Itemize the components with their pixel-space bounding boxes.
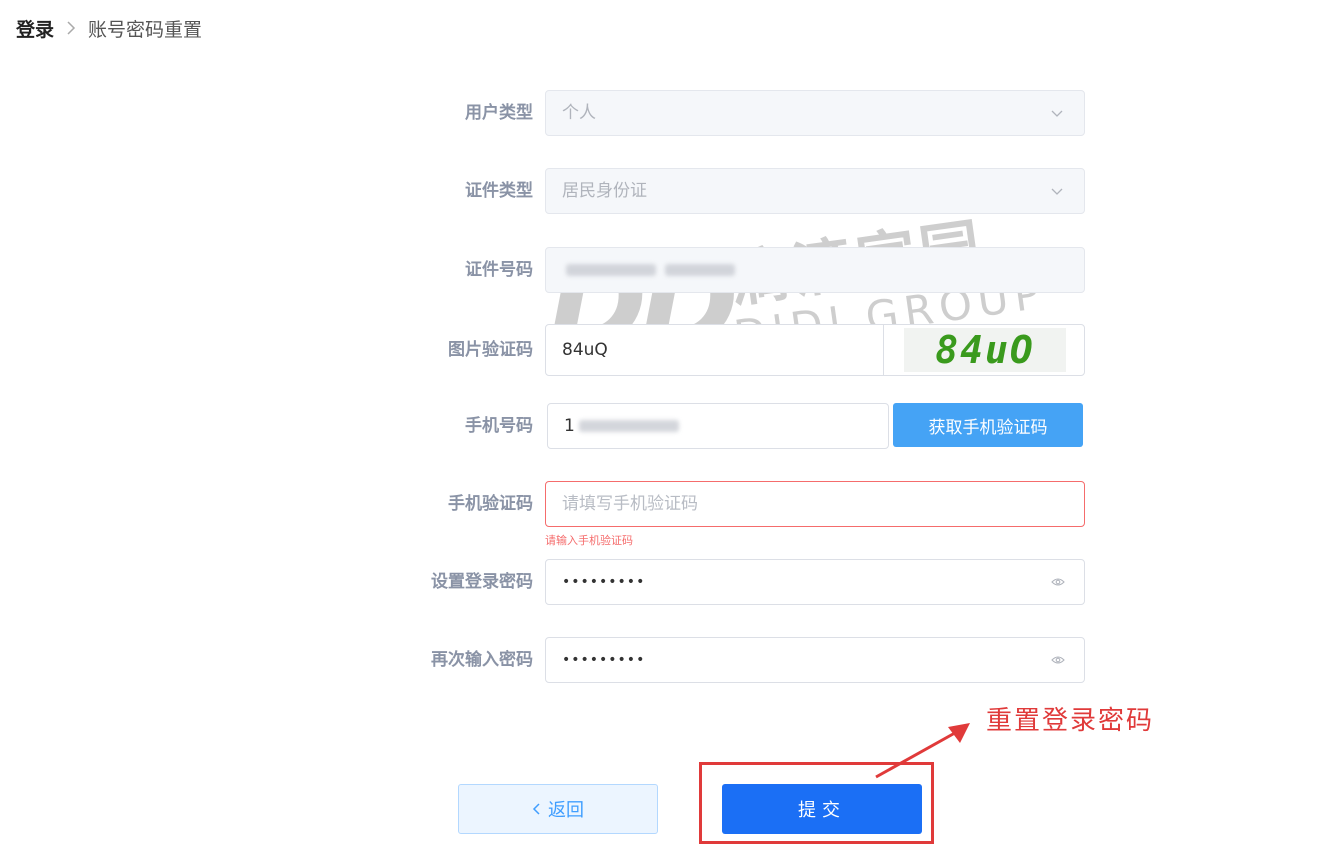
sms-code-label: 手机验证码 xyxy=(448,494,533,514)
get-sms-code-button[interactable]: 获取手机验证码 xyxy=(893,403,1083,447)
password-input[interactable]: ••••••••• xyxy=(545,559,1085,605)
chevron-left-icon xyxy=(532,799,540,820)
breadcrumb: 登录 账号密码重置 xyxy=(16,14,202,42)
user-type-label: 用户类型 xyxy=(465,103,533,123)
captcha-image-text: 84uO xyxy=(935,328,1035,372)
back-button[interactable]: 返回 xyxy=(458,784,658,834)
sms-code-placeholder: 请填写手机验证码 xyxy=(562,494,698,514)
confirm-password-input[interactable]: ••••••••• xyxy=(545,637,1085,683)
sms-code-error: 请输入手机验证码 xyxy=(545,534,633,547)
captcha-image[interactable]: 84uO xyxy=(904,328,1066,372)
captcha-divider xyxy=(883,325,884,375)
redacted-block xyxy=(578,420,679,432)
id-number-label: 证件号码 xyxy=(465,260,533,280)
submit-button[interactable]: 提交 xyxy=(722,784,922,834)
breadcrumb-home-link[interactable]: 登录 xyxy=(16,15,54,42)
confirm-password-masked: ••••••••• xyxy=(562,652,646,668)
user-type-value: 个人 xyxy=(562,103,596,123)
eye-icon[interactable] xyxy=(1050,574,1066,590)
phone-prefix: 1 xyxy=(564,416,575,436)
form-row-sms-code: 手机验证码 请填写手机验证码 xyxy=(0,481,1343,527)
chevron-down-icon xyxy=(1050,107,1064,121)
form-row-id-type: 证件类型 居民身份证 xyxy=(0,168,1343,214)
id-number-field[interactable] xyxy=(545,247,1085,293)
id-number-redacted xyxy=(562,248,736,292)
id-type-label: 证件类型 xyxy=(465,181,533,201)
annotation-label: 重置登录密码 xyxy=(986,706,1155,736)
form-row-phone: 手机号码 1 获取手机验证码 xyxy=(0,403,1343,449)
id-type-select[interactable]: 居民身份证 xyxy=(545,168,1085,214)
phone-input[interactable]: 1 xyxy=(547,403,889,449)
captcha-label: 图片验证码 xyxy=(448,340,533,360)
user-type-select[interactable]: 个人 xyxy=(545,90,1085,136)
phone-value: 1 xyxy=(564,404,679,448)
form-row-id-number: 证件号码 xyxy=(0,247,1343,293)
eye-icon[interactable] xyxy=(1050,652,1066,668)
redacted-block xyxy=(566,264,656,276)
confirm-password-label: 再次输入密码 xyxy=(431,650,533,670)
form-row-user-type: 用户类型 个人 xyxy=(0,90,1343,136)
form-row-password: 设置登录密码 ••••••••• xyxy=(0,559,1343,605)
chevron-right-icon xyxy=(66,21,76,35)
password-masked: ••••••••• xyxy=(562,574,646,590)
sms-code-input[interactable]: 请填写手机验证码 xyxy=(545,481,1085,527)
annotation-arrow-icon xyxy=(875,723,970,779)
password-label: 设置登录密码 xyxy=(431,572,533,592)
breadcrumb-current: 账号密码重置 xyxy=(88,18,203,41)
captcha-input[interactable]: 84uQ 84uO xyxy=(545,324,1085,376)
form-row-captcha: 图片验证码 84uQ 84uO xyxy=(0,324,1343,376)
captcha-value: 84uQ xyxy=(562,340,608,360)
phone-label: 手机号码 xyxy=(465,416,533,436)
back-button-label: 返回 xyxy=(548,800,584,821)
form-row-confirm-password: 再次输入密码 ••••••••• xyxy=(0,637,1343,683)
chevron-down-icon xyxy=(1050,185,1064,199)
redacted-block xyxy=(665,264,736,276)
id-type-value: 居民身份证 xyxy=(562,181,647,201)
